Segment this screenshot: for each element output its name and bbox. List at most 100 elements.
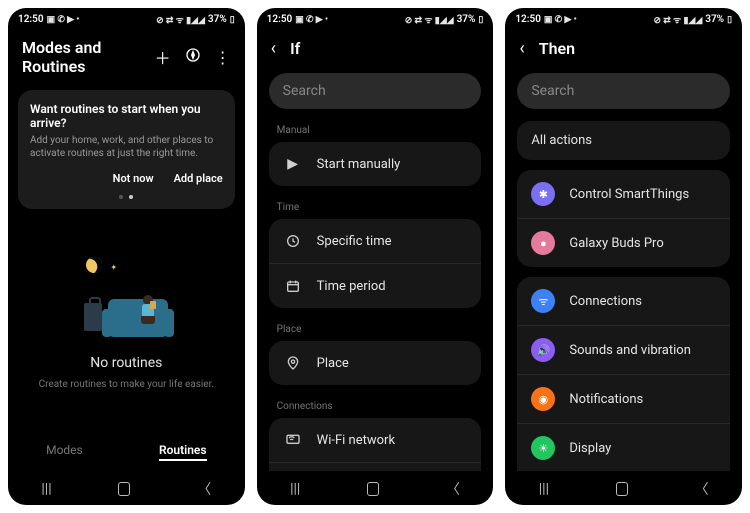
search-input[interactable]: Search (269, 73, 482, 109)
section-time: Time (257, 196, 494, 217)
item-specific-time[interactable]: Specific time (269, 219, 482, 263)
item-notifications[interactable]: ◉ Notifications (517, 374, 730, 423)
item-time-period[interactable]: Time period (269, 263, 482, 308)
header: Modes and Routines ＋ ⋮ (8, 28, 245, 84)
item-sounds[interactable]: 🔊 Sounds and vibration (517, 325, 730, 374)
header: ‹ Then (505, 28, 742, 67)
item-wifi-strength[interactable]: Wi-Fi strength (269, 462, 482, 471)
not-now-button[interactable]: Not now (113, 172, 154, 185)
item-label: Control SmartThings (569, 187, 689, 202)
battery-icon: ▯ (478, 15, 483, 25)
nav-home-icon[interactable] (118, 482, 130, 496)
wifi-network-icon (283, 430, 303, 450)
item-label: Place (317, 356, 349, 371)
nav-back-icon[interactable]: 〈 (695, 479, 709, 499)
empty-illustration: ✦ (76, 257, 176, 337)
add-place-button[interactable]: Add place (174, 172, 223, 185)
section-place: Place (257, 318, 494, 339)
item-wifi-network[interactable]: Wi-Fi network (269, 418, 482, 462)
item-galaxy-buds[interactable]: ● Galaxy Buds Pro (517, 218, 730, 267)
add-icon[interactable]: ＋ (155, 45, 171, 69)
play-icon: ▶ (283, 154, 303, 174)
section-manual: Manual (257, 119, 494, 140)
item-place[interactable]: Place (269, 341, 482, 385)
status-battery: 37% (457, 14, 476, 25)
suggestion-banner: Want routines to start when you arrive? … (18, 90, 235, 209)
item-all-actions[interactable]: All actions (517, 121, 730, 160)
item-label: Sounds and vibration (569, 343, 691, 358)
nav-recents-icon[interactable]: ||| (290, 481, 300, 497)
back-icon[interactable]: ‹ (271, 38, 276, 59)
status-app-icons: ▣ ✆ ▶ • (544, 15, 577, 25)
phone-modes-routines: 12:50 ▣ ✆ ▶ • ⊘ ⇄ ᯤ ▮◢◢ 37% ▯ Modes and … (8, 8, 245, 505)
item-start-manually[interactable]: ▶ Start manually (269, 142, 482, 186)
discover-icon[interactable] (185, 47, 201, 67)
banner-subtitle: Add your home, work, and other places to… (30, 134, 223, 160)
bottom-tabs: Modes Routines (8, 431, 245, 471)
item-label: Display (569, 441, 611, 456)
item-label: All actions (531, 133, 592, 148)
notification-icon: ◉ (531, 387, 555, 411)
item-smartthings[interactable]: ✱ Control SmartThings (517, 170, 730, 218)
status-bar: 12:50 ▣ ✆ ▶ • ⊘ ⇄ ᯤ ▮◢◢ 37% ▯ (8, 8, 245, 28)
status-bar: 12:50 ▣ ✆ ▶ • ⊘ ⇄ ᯤ ▮◢◢ 37% ▯ (505, 8, 742, 28)
phone-then: 12:50 ▣ ✆ ▶ • ⊘ ⇄ ᯤ ▮◢◢ 37% ▯ ‹ Then Sea… (505, 8, 742, 505)
display-icon: ☀ (531, 436, 555, 460)
status-time: 12:50 (515, 14, 541, 25)
status-app-icons: ▣ ✆ ▶ • (295, 15, 328, 25)
status-bar: 12:50 ▣ ✆ ▶ • ⊘ ⇄ ᯤ ▮◢◢ 37% ▯ (257, 8, 494, 28)
smartthings-icon: ✱ (531, 182, 555, 206)
item-label: Time period (317, 279, 386, 294)
phone-if: 12:50 ▣ ✆ ▶ • ⊘ ⇄ ᯤ ▮◢◢ 37% ▯ ‹ If Searc… (257, 8, 494, 505)
page-title: Modes and Routines (22, 38, 145, 76)
page-title: If (290, 39, 479, 58)
battery-icon: ▯ (727, 15, 732, 25)
status-misc-icons: ⊘ ⇄ ᯤ ▮◢◢ (156, 13, 205, 26)
status-time: 12:50 (18, 14, 44, 25)
nav-recents-icon[interactable]: ||| (41, 481, 51, 497)
status-time: 12:50 (267, 14, 293, 25)
search-input[interactable]: Search (517, 73, 730, 109)
android-navbar: ||| 〈 (505, 471, 742, 505)
more-icon[interactable]: ⋮ (215, 48, 231, 67)
tab-routines[interactable]: Routines (159, 443, 207, 461)
location-icon (283, 353, 303, 373)
item-label: Galaxy Buds Pro (569, 236, 663, 251)
nav-home-icon[interactable] (616, 482, 628, 496)
nav-back-icon[interactable]: 〈 (446, 479, 460, 499)
nav-recents-icon[interactable]: ||| (539, 481, 549, 497)
empty-subtitle: Create routines to make your life easier… (39, 379, 214, 390)
status-misc-icons: ⊘ ⇄ ᯤ ▮◢◢ (405, 13, 454, 26)
android-navbar: ||| 〈 (257, 471, 494, 505)
status-app-icons: ▣ ✆ ▶ • (47, 15, 80, 25)
item-label: Notifications (569, 392, 643, 407)
wifi-icon: ᯤ (531, 289, 555, 313)
page-title: Then (539, 39, 728, 58)
nav-back-icon[interactable]: 〈 (197, 479, 211, 499)
item-connections[interactable]: ᯤ Connections (517, 277, 730, 325)
item-label: Start manually (317, 157, 401, 172)
status-battery: 37% (705, 14, 724, 25)
status-misc-icons: ⊘ ⇄ ᯤ ▮◢◢ (653, 13, 702, 26)
item-label: Specific time (317, 234, 392, 249)
nav-home-icon[interactable] (367, 482, 379, 496)
banner-pagination (30, 195, 223, 199)
calendar-icon (283, 276, 303, 296)
clock-icon (283, 231, 303, 251)
status-battery: 37% (208, 14, 227, 25)
item-label: Connections (569, 294, 642, 309)
dot-active[interactable] (129, 195, 133, 199)
header: ‹ If (257, 28, 494, 67)
buds-icon: ● (531, 231, 555, 255)
item-label: Wi-Fi network (317, 433, 395, 448)
sound-icon: 🔊 (531, 338, 555, 362)
tab-modes[interactable]: Modes (46, 443, 83, 461)
section-connections: Connections (257, 395, 494, 416)
banner-title: Want routines to start when you arrive? (30, 102, 223, 130)
dot[interactable] (119, 195, 123, 199)
android-navbar: ||| 〈 (8, 471, 245, 505)
back-icon[interactable]: ‹ (519, 38, 524, 59)
battery-icon: ▯ (230, 15, 235, 25)
empty-title: No routines (90, 355, 162, 371)
item-display[interactable]: ☀ Display (517, 423, 730, 471)
